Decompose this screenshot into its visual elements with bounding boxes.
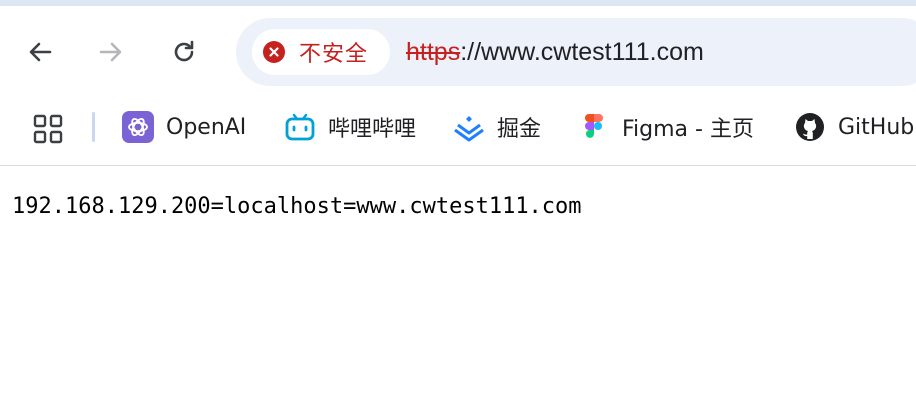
bookmark-label: 哔哩哔哩 — [328, 117, 417, 142]
bookmark-github[interactable]: GitHub — [794, 108, 914, 146]
page-body-text: 192.168.129.200=localhost=www.cwtest111.… — [12, 194, 582, 219]
bookmark-label: 掘金 — [497, 117, 542, 142]
browser-toolbar: 不安全 https://www.cwtest111.com — [0, 0, 916, 100]
apps-grid-icon — [30, 114, 66, 151]
bookmark-label: OpenAI — [166, 114, 247, 140]
warning-x-icon — [263, 41, 285, 63]
url-host: ://www.cwtest111.com — [460, 38, 704, 66]
bookmarks-bar: OpenAI 哔哩哔哩 掘金 Figma - 主页 GitHub — [0, 100, 916, 166]
bookmarks-separator — [92, 112, 95, 142]
url-text[interactable]: https://www.cwtest111.com — [406, 36, 704, 68]
arrow-right-icon — [97, 38, 125, 66]
bookmark-bilibili[interactable]: 哔哩哔哩 — [284, 108, 416, 146]
bilibili-icon — [284, 111, 316, 143]
reload-icon — [170, 38, 198, 66]
back-button[interactable] — [21, 33, 59, 71]
github-icon — [794, 111, 826, 143]
openai-icon — [122, 111, 154, 143]
reload-button[interactable] — [165, 33, 203, 71]
arrow-left-icon — [26, 38, 54, 66]
security-label: 不安全 — [299, 42, 369, 67]
figma-icon — [578, 111, 610, 143]
bookmark-figma[interactable]: Figma - 主页 — [578, 108, 754, 146]
tab-strip-edge — [0, 0, 916, 6]
forward-button[interactable] — [92, 33, 130, 71]
bookmark-juejin[interactable]: 掘金 — [453, 108, 541, 146]
url-scheme: https — [406, 38, 461, 66]
bookmark-label: Figma - 主页 — [622, 117, 754, 142]
apps-button[interactable] — [30, 111, 66, 147]
bookmark-openai[interactable]: OpenAI — [122, 108, 246, 146]
security-indicator[interactable]: 不安全 — [252, 29, 390, 75]
juejin-icon — [453, 111, 485, 143]
bookmark-label: GitHub — [838, 114, 915, 140]
